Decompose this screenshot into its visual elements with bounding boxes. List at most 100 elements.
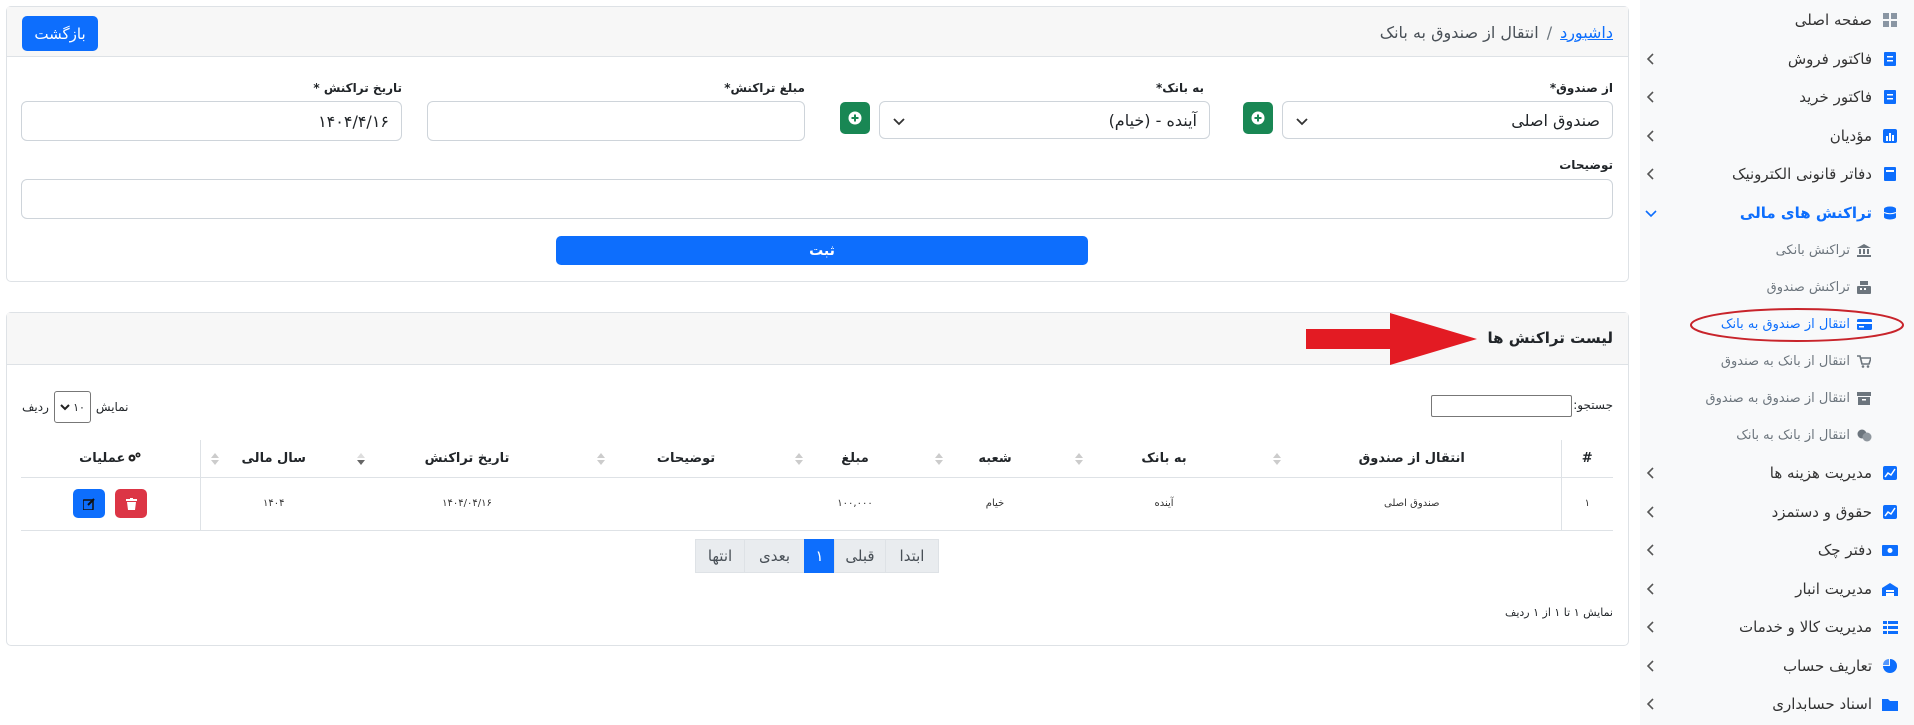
plus-circle-icon xyxy=(1251,111,1265,125)
to-bank-select[interactable]: آینده - (خیام) xyxy=(879,101,1210,139)
invoice-icon xyxy=(1882,51,1898,67)
back-button[interactable]: بازگشت xyxy=(22,16,98,51)
page-length-select[interactable]: ۱۰ xyxy=(53,391,91,423)
date-input[interactable]: ۱۴۰۴/۴/۱۶ xyxy=(21,101,402,141)
from-fund-select[interactable]: صندوق اصلی xyxy=(1282,101,1613,139)
exchange-icon xyxy=(1856,427,1872,443)
date-label: تاریخ تراکنش * xyxy=(313,81,402,95)
sidebar-item-goods-services[interactable]: مدیریت کالا و خدمات xyxy=(1640,612,1898,642)
breadcrumb-home-link[interactable]: داشبورد xyxy=(1560,23,1613,42)
bank-icon xyxy=(1856,242,1872,258)
col-header-fiscal-year[interactable]: سال مالی xyxy=(199,440,347,478)
sidebar-item-label: صفحه اصلی xyxy=(1794,11,1872,29)
sidebar-item-home[interactable]: صفحه اصلی xyxy=(1640,5,1898,35)
sidebar-item-account-definitions[interactable]: تعاریف حساب xyxy=(1640,651,1898,681)
sidebar-subitem-label: انتقال از بانک به صندوق xyxy=(1720,353,1850,369)
line-chart-icon xyxy=(1882,465,1898,481)
show-label: نمایش xyxy=(95,400,129,414)
cell-date: ۱۴۰۴/۰۴/۱۶ xyxy=(347,477,587,531)
sidebar-item-label: حقوق و دستمزد xyxy=(1771,503,1872,521)
sidebar-item-sales-invoice[interactable]: فاکتور فروش xyxy=(1640,44,1898,74)
edit-icon xyxy=(83,497,95,510)
chevron-left-icon xyxy=(1646,53,1654,65)
cell-operations xyxy=(21,477,200,531)
dashboard-icon xyxy=(1882,12,1898,28)
sidebar-subitem-label: تراکنش صندوق xyxy=(1766,279,1850,295)
sidebar-item-label: تراکنش های مالی xyxy=(1739,204,1872,222)
table-info: نمایش ۱ تا ۱ از ۱ ردیف xyxy=(1504,606,1613,619)
col-header-date[interactable]: تاریخ تراکنش xyxy=(347,440,587,478)
sidebar-subitem-fund-to-fund[interactable]: انتقال از صندوق به صندوق xyxy=(1632,384,1872,412)
sidebar-item-purchase-invoice[interactable]: فاکتور خرید xyxy=(1640,82,1898,112)
sidebar-item-label: مدیریت هزینه ها xyxy=(1769,464,1872,482)
gears-icon xyxy=(128,452,141,462)
pager-first[interactable]: ابتدا xyxy=(885,539,939,573)
date-value: ۱۴۰۴/۴/۱۶ xyxy=(318,111,389,131)
annotation-ellipse xyxy=(1690,308,1904,342)
transfer-form-card: داشبورد / انتقال از صندوق به بانک بازگشت… xyxy=(6,6,1629,282)
transactions-table: # انتقال از صندوق به بانک شعبه مبلغ توضی… xyxy=(21,440,1613,531)
sidebar-item-legal-books[interactable]: دفاتر قانونی الکترونیک xyxy=(1640,159,1898,189)
cell-to-bank: آینده xyxy=(1065,477,1263,531)
table-row: ۱ صندوق اصلی آینده خیام ۱۰۰,۰۰۰ ۱۴۰۴/۰۴/… xyxy=(21,477,1613,531)
description-input[interactable] xyxy=(21,179,1613,219)
description-label: توضیحات xyxy=(1559,158,1613,172)
chevron-down-icon xyxy=(1645,210,1657,218)
chevron-left-icon xyxy=(1646,91,1654,103)
sidebar-item-warehouse[interactable]: مدیریت انبار xyxy=(1640,574,1898,604)
edit-button[interactable] xyxy=(73,489,106,518)
col-header-to-bank[interactable]: به بانک xyxy=(1065,440,1263,478)
plus-circle-icon xyxy=(848,111,862,125)
submit-button[interactable]: ثبت xyxy=(556,236,1088,265)
chevron-left-icon xyxy=(1646,544,1654,556)
rows-label: ردیف xyxy=(22,400,49,414)
col-header-description[interactable]: توضیحات xyxy=(587,440,785,478)
delete-button[interactable] xyxy=(115,489,148,518)
sort-icon xyxy=(210,453,219,465)
chevron-left-icon xyxy=(1646,660,1654,672)
search-input[interactable] xyxy=(1431,395,1572,417)
col-header-from-fund[interactable]: انتقال از صندوق xyxy=(1263,440,1561,478)
to-bank-label: به بانک* xyxy=(1155,81,1204,95)
add-bank-button[interactable] xyxy=(840,102,870,134)
pager-current[interactable]: ۱ xyxy=(804,539,835,573)
sidebar-subitem-bank-to-fund[interactable]: انتقال از بانک به صندوق xyxy=(1632,347,1872,375)
from-fund-value: صندوق اصلی xyxy=(1511,110,1600,130)
sidebar-item-expense-management[interactable]: مدیریت هزینه ها xyxy=(1640,458,1898,488)
cash-register-icon xyxy=(1856,279,1872,295)
chevron-left-icon xyxy=(1646,698,1654,710)
sidebar-item-checkbook[interactable]: دفتر چک xyxy=(1640,535,1898,565)
invoice-icon xyxy=(1882,89,1898,105)
sidebar-item-payroll[interactable]: حقوق و دستمزد xyxy=(1640,497,1898,527)
pager-prev[interactable]: قبلی xyxy=(834,539,886,573)
sidebar-subitem-fund-transaction[interactable]: تراکنش صندوق xyxy=(1632,273,1872,301)
sort-icon xyxy=(597,453,605,465)
breadcrumb: داشبورد / انتقال از صندوق به بانک xyxy=(1380,23,1613,42)
sidebar-subitem-label: تراکنش بانکی xyxy=(1775,242,1850,258)
sidebar-subitem-bank-transaction[interactable]: تراکنش بانکی xyxy=(1632,236,1872,264)
chevron-down-icon xyxy=(60,404,70,411)
add-fund-button[interactable] xyxy=(1243,102,1273,134)
col-header-num[interactable]: # xyxy=(1560,440,1613,478)
sidebar-subitem-bank-to-bank[interactable]: انتقال از بانک به بانک xyxy=(1632,421,1872,449)
sidebar-subitem-label: انتقال از بانک به بانک xyxy=(1736,427,1850,443)
pager-next[interactable]: بعدی xyxy=(744,539,805,573)
cell-fiscal-year: ۱۴۰۴ xyxy=(199,477,347,531)
col-header-amount[interactable]: مبلغ xyxy=(785,440,925,478)
breadcrumb-current: انتقال از صندوق به بانک xyxy=(1379,23,1539,42)
sidebar-item-financial-transactions[interactable]: تراکنش های مالی xyxy=(1640,198,1898,228)
list-icon xyxy=(1882,619,1898,635)
cell-num: ۱ xyxy=(1560,477,1613,531)
amount-input[interactable] xyxy=(427,101,805,141)
book-icon xyxy=(1882,166,1898,182)
annotation-arrow xyxy=(1306,313,1477,365)
chart-icon xyxy=(1882,128,1898,144)
col-header-branch[interactable]: شعبه xyxy=(925,440,1065,478)
chevron-left-icon xyxy=(1646,467,1654,479)
sidebar-item-taxpayers[interactable]: مؤدیان xyxy=(1640,121,1898,151)
sidebar-item-accounting-documents[interactable]: اسناد حسابداری xyxy=(1640,689,1898,719)
pager-last[interactable]: انتها xyxy=(695,539,745,573)
sort-icon xyxy=(935,453,943,465)
list-title: لیست تراکنش ها xyxy=(1487,329,1613,347)
sidebar-subitem-label: انتقال از صندوق به صندوق xyxy=(1705,390,1850,406)
